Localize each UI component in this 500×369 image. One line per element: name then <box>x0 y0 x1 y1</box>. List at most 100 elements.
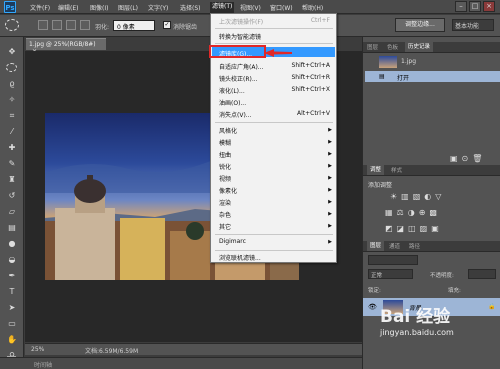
opacity-input[interactable] <box>468 269 496 279</box>
tab-styles[interactable]: 样式 <box>391 166 402 174</box>
shortcut-last-filter: Ctrl+F <box>310 17 330 24</box>
submenu-arrow-icon: ▶ <box>328 239 332 245</box>
menu-item-sharpen[interactable]: 锐化 <box>219 162 231 171</box>
menu-edit[interactable]: 编辑(E) <box>58 3 78 12</box>
restore-icon[interactable]: □ <box>469 1 481 12</box>
intersect-selection-icon[interactable] <box>80 20 90 30</box>
tab-adjustments[interactable]: 调整 <box>367 165 385 175</box>
status-bar: 25% 文档:6.59M/6.59M <box>25 343 362 355</box>
feather-input[interactable]: 0 像素 <box>113 20 155 31</box>
menu-view[interactable]: 视图(V) <box>240 3 261 12</box>
snapshot-label: 1.jpg <box>401 58 417 65</box>
workspace-select[interactable]: 基本功能 <box>452 19 494 31</box>
submenu-arrow-icon: ▶ <box>328 139 332 145</box>
pen-tool-icon[interactable]: ✒ <box>6 271 18 281</box>
shortcut-vanishing-point: Alt+Ctrl+V <box>297 110 330 117</box>
menu-type[interactable]: 文字(Y) <box>148 3 168 12</box>
tab-paths[interactable]: 路径 <box>409 242 420 250</box>
antialias-checkbox[interactable]: ✓ <box>163 21 171 29</box>
menu-select[interactable]: 选择(S) <box>180 3 201 12</box>
dodge-tool-icon[interactable]: ◒ <box>6 255 18 265</box>
history-snapshot-row[interactable]: 1.jpg <box>365 54 500 70</box>
new-selection-icon[interactable] <box>38 20 48 30</box>
menu-item-render[interactable]: 渲染 <box>219 198 231 207</box>
layers-panel-tabs: 图层 通道 路径 <box>363 241 500 252</box>
history-brush-icon[interactable]: ↺ <box>6 191 18 201</box>
menu-file[interactable]: 文件(F) <box>30 3 50 12</box>
menu-window[interactable]: 窗口(W) <box>270 3 293 12</box>
menu-filter[interactable]: 滤镜(T) <box>210 2 235 13</box>
timeline-label[interactable]: 时间轴 <box>34 360 52 369</box>
menu-item-other[interactable]: 其它 <box>219 222 231 231</box>
blend-mode-select[interactable]: 正常 <box>368 269 413 279</box>
shortcut-adaptive-wide-angle: Shift+Ctrl+A <box>291 62 330 69</box>
shape-tool-icon[interactable]: ▭ <box>6 319 18 329</box>
submenu-arrow-icon: ▶ <box>328 151 332 157</box>
gradient-tool-icon[interactable]: ▤ <box>6 223 18 233</box>
history-actions[interactable]: ▣⊙🗑 <box>450 154 486 163</box>
lasso-tool-icon[interactable]: ϱ <box>6 79 18 89</box>
menu-item-adaptive-wide-angle[interactable]: 自适应广角(A)... <box>219 62 264 71</box>
document-tab-label: 1.jpg @ 25%(RGB/8#) <box>29 41 96 48</box>
adjustment-icons-row-3[interactable]: ◩◪◫▨▣ <box>385 224 443 233</box>
text-tool-icon[interactable]: T <box>6 287 18 297</box>
eyedropper-icon[interactable]: ⁄ <box>6 127 18 137</box>
menu-item-vanishing-point[interactable]: 消失点(V)... <box>219 110 252 119</box>
tab-channels[interactable]: 通道 <box>389 242 400 250</box>
menu-item-convert-smart-filter[interactable]: 转换为智能滤镜 <box>219 32 261 41</box>
tab-layers-top[interactable]: 图层 <box>367 43 378 51</box>
history-panel-tabs: 图层 色板 历史记录 <box>363 42 500 53</box>
adjust-edge-button[interactable]: 调整边缘... <box>395 18 445 32</box>
snapshot-thumbnail <box>379 56 397 68</box>
menu-item-liquify[interactable]: 液化(L)... <box>219 86 245 95</box>
menu-item-video[interactable]: 视频 <box>219 174 231 183</box>
history-state-icon: ▤ <box>379 73 385 80</box>
menu-separator <box>215 122 333 123</box>
tab-swatches[interactable]: 色板 <box>387 43 398 51</box>
menu-help[interactable]: 帮助(H) <box>302 3 323 12</box>
menu-separator <box>215 234 333 235</box>
close-icon[interactable]: × <box>483 1 495 12</box>
magic-wand-icon[interactable]: ✧ <box>6 95 18 105</box>
minimize-icon[interactable]: – <box>455 1 467 12</box>
add-adjustment-title: 添加调整 <box>368 182 393 189</box>
tab-history[interactable]: 历史记录 <box>405 42 434 52</box>
path-select-icon[interactable]: ➤ <box>6 303 18 313</box>
menu-image[interactable]: 图像(I) <box>90 3 108 12</box>
adjustment-icons-row-2[interactable]: ▦⚖◑⊕▩ <box>385 208 441 217</box>
menu-item-digimarc[interactable]: Digimarc <box>219 238 246 245</box>
menu-item-distort[interactable]: 扭曲 <box>219 150 231 159</box>
submenu-arrow-icon: ▶ <box>328 223 332 229</box>
zoom-level[interactable]: 25% <box>31 346 44 353</box>
adjustment-icons-row-1[interactable]: ☀▥▧◐▽ <box>390 192 445 201</box>
menu-item-lens-correction[interactable]: 镜头校正(R)... <box>219 74 258 83</box>
opacity-label: 不透明度: <box>430 273 454 279</box>
menu-item-pixelate[interactable]: 像素化 <box>219 186 237 195</box>
menu-item-stylize[interactable]: 风格化 <box>219 126 237 135</box>
menu-separator <box>215 250 333 251</box>
document-tab[interactable]: 1.jpg @ 25%(RGB/8#) × <box>26 38 106 55</box>
menu-item-blur[interactable]: 模糊 <box>219 138 231 147</box>
marquee-tool-icon[interactable] <box>6 63 17 72</box>
fill-label: 填充: <box>448 288 461 294</box>
crop-tool-icon[interactable]: ⌗ <box>6 111 18 121</box>
add-selection-icon[interactable] <box>52 20 62 30</box>
move-tool-icon[interactable]: ✥ <box>6 47 18 57</box>
clone-stamp-icon[interactable]: ♜ <box>6 175 18 185</box>
layer-filter-select[interactable] <box>368 255 418 265</box>
submenu-arrow-icon: ▶ <box>328 175 332 181</box>
history-state-row[interactable]: ▤ 打开 <box>365 71 500 82</box>
tools-panel: ✥ ϱ ✧ ⌗ ⁄ ✚ ✎ ♜ ↺ ▱ ▤ ● ◒ ✒ T ➤ ▭ ✋ ⚲ <box>0 37 24 369</box>
eraser-tool-icon[interactable]: ▱ <box>6 207 18 217</box>
menu-layer[interactable]: 图层(L) <box>118 3 138 12</box>
menu-item-browse-filters-online[interactable]: 浏览联机滤镜... <box>219 253 261 262</box>
elliptical-marquee-icon[interactable] <box>5 19 19 31</box>
healing-brush-icon[interactable]: ✚ <box>6 143 18 153</box>
menu-item-oil-paint[interactable]: 油画(O)... <box>219 98 246 107</box>
tab-layers[interactable]: 图层 <box>367 241 385 251</box>
brush-tool-icon[interactable]: ✎ <box>6 159 18 169</box>
subtract-selection-icon[interactable] <box>66 20 76 30</box>
menu-item-noise[interactable]: 杂色 <box>219 210 231 219</box>
hand-tool-icon[interactable]: ✋ <box>6 335 18 345</box>
blur-tool-icon[interactable]: ● <box>6 239 18 249</box>
